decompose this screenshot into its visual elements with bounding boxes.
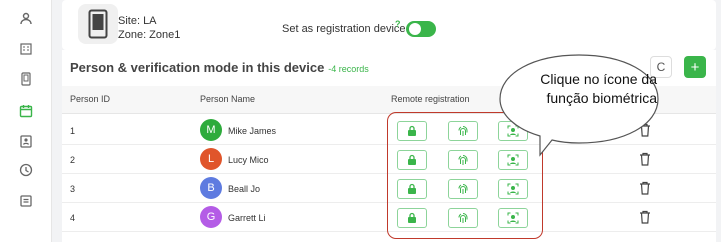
avatar: G <box>200 206 222 228</box>
trash-icon[interactable] <box>639 210 651 224</box>
registration-device-label: Set as registration device <box>282 23 406 35</box>
avatar: L <box>200 148 222 170</box>
clock-icon[interactable] <box>19 163 33 177</box>
person-name: Mike James <box>228 126 277 136</box>
site-label: Site: LA <box>118 15 157 27</box>
device-card: Site: LA Zone: Zone1 Set as registration… <box>62 0 716 50</box>
person-id: 3 <box>70 184 76 194</box>
device-icon <box>88 9 108 39</box>
badge-icon[interactable] <box>19 134 33 148</box>
help-icon[interactable]: ? <box>395 19 401 29</box>
avatar: M <box>200 119 222 141</box>
section-title-text: Person & verification mode in this devic… <box>70 60 325 75</box>
user-icon[interactable] <box>19 12 33 26</box>
plus-icon: + <box>690 58 700 76</box>
avatar: B <box>200 177 222 199</box>
callout-text: Clique no ícone da função biométrica <box>502 70 657 108</box>
zone-label: Zone: Zone1 <box>118 29 181 41</box>
device-icon[interactable] <box>19 72 33 86</box>
add-button[interactable]: + <box>684 56 706 78</box>
section-title: Person & verification mode in this devic… <box>70 60 369 75</box>
person-id: 1 <box>70 126 76 136</box>
sidebar <box>0 0 52 242</box>
column-header-remote: Remote registration <box>391 94 470 104</box>
calendar-icon[interactable] <box>19 104 33 118</box>
list-icon[interactable] <box>19 194 33 208</box>
column-header-id: Person ID <box>70 94 111 104</box>
person-name: Beall Jo <box>228 184 261 194</box>
building-icon[interactable] <box>19 42 33 56</box>
callout-line-2: função biométrica <box>546 90 657 106</box>
person-id: 2 <box>70 155 76 165</box>
person-name: Garrett Li <box>228 213 266 223</box>
device-location: Site: LA Zone: Zone1 <box>118 14 180 42</box>
callout-line-1: Clique no ícone da <box>540 71 657 87</box>
device-thumbnail <box>78 4 118 44</box>
column-header-name: Person Name <box>200 94 256 104</box>
registration-device-toggle[interactable] <box>406 21 436 37</box>
record-count: -4 records <box>328 64 369 74</box>
trash-icon[interactable] <box>639 181 651 195</box>
person-name: Lucy Mico <box>228 155 269 165</box>
person-id: 4 <box>70 213 76 223</box>
